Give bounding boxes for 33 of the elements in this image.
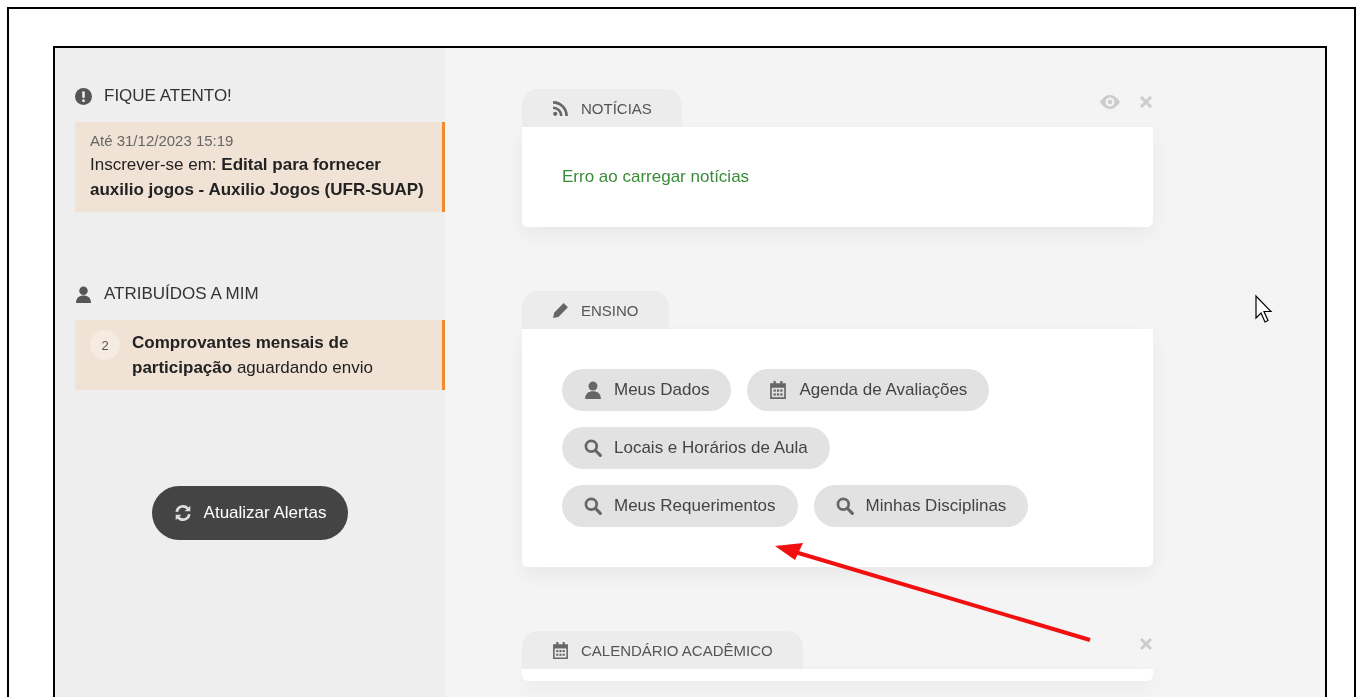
rss-icon <box>552 99 569 117</box>
search-icon <box>584 497 602 515</box>
alert-date: Até 31/12/2023 15:19 <box>90 132 235 149</box>
refresh-alerts-button[interactable]: Atualizar Alertas <box>151 486 349 540</box>
search-icon <box>584 439 602 457</box>
user-icon <box>75 285 92 303</box>
shortcut-button[interactable]: Agenda de Avaliações <box>747 369 990 411</box>
close-icon[interactable] <box>1139 637 1153 651</box>
calendar-icon <box>769 381 788 399</box>
shortcut-button[interactable]: Minhas Disciplinas <box>813 485 1029 527</box>
widget-tab[interactable]: NOTÍCIAS <box>522 89 682 127</box>
alert-card[interactable]: Até 31/12/2023 15:19 Inscrever-se em: Edital para fornecer auxilio jogos - Auxilio Jogos (UFR-SUAP) <box>75 122 445 212</box>
task-text: Comprovantes mensais de participação aguardando envio <box>132 332 374 379</box>
task-card[interactable]: 2 Comprovantes mensais de participação aguardando envio <box>75 320 445 390</box>
refresh-icon <box>173 504 192 522</box>
widget-tab[interactable]: ENSINO <box>522 291 669 329</box>
calendar-icon <box>552 641 569 659</box>
section-title: ATRIBUÍDOS A MIM <box>104 284 259 304</box>
shortcut-button[interactable]: Meus Requerimentos <box>562 485 798 527</box>
shortcut-button[interactable]: Locais e Horários de Aula <box>562 427 830 469</box>
section-title: FIQUE ATENTO! <box>104 86 232 106</box>
widget-tab[interactable]: CALENDÁRIO ACADÊMICO <box>522 631 803 669</box>
count-badge: 2 <box>90 330 120 360</box>
pencil-icon <box>552 301 569 319</box>
close-icon[interactable] <box>1139 95 1153 109</box>
error-message: Erro ao carregar notícias <box>562 167 751 187</box>
user-icon <box>584 381 602 399</box>
exclamation-icon <box>75 87 92 105</box>
mouse-cursor-icon <box>1255 294 1273 323</box>
shortcut-button[interactable]: Meus Dados <box>562 369 732 411</box>
search-icon <box>835 497 854 515</box>
eye-icon[interactable] <box>1099 95 1121 109</box>
alert-text: Inscrever-se em: Edital para fornecer auxilio jogos - Auxilio Jogos (UFR-SUAP) <box>90 154 425 201</box>
